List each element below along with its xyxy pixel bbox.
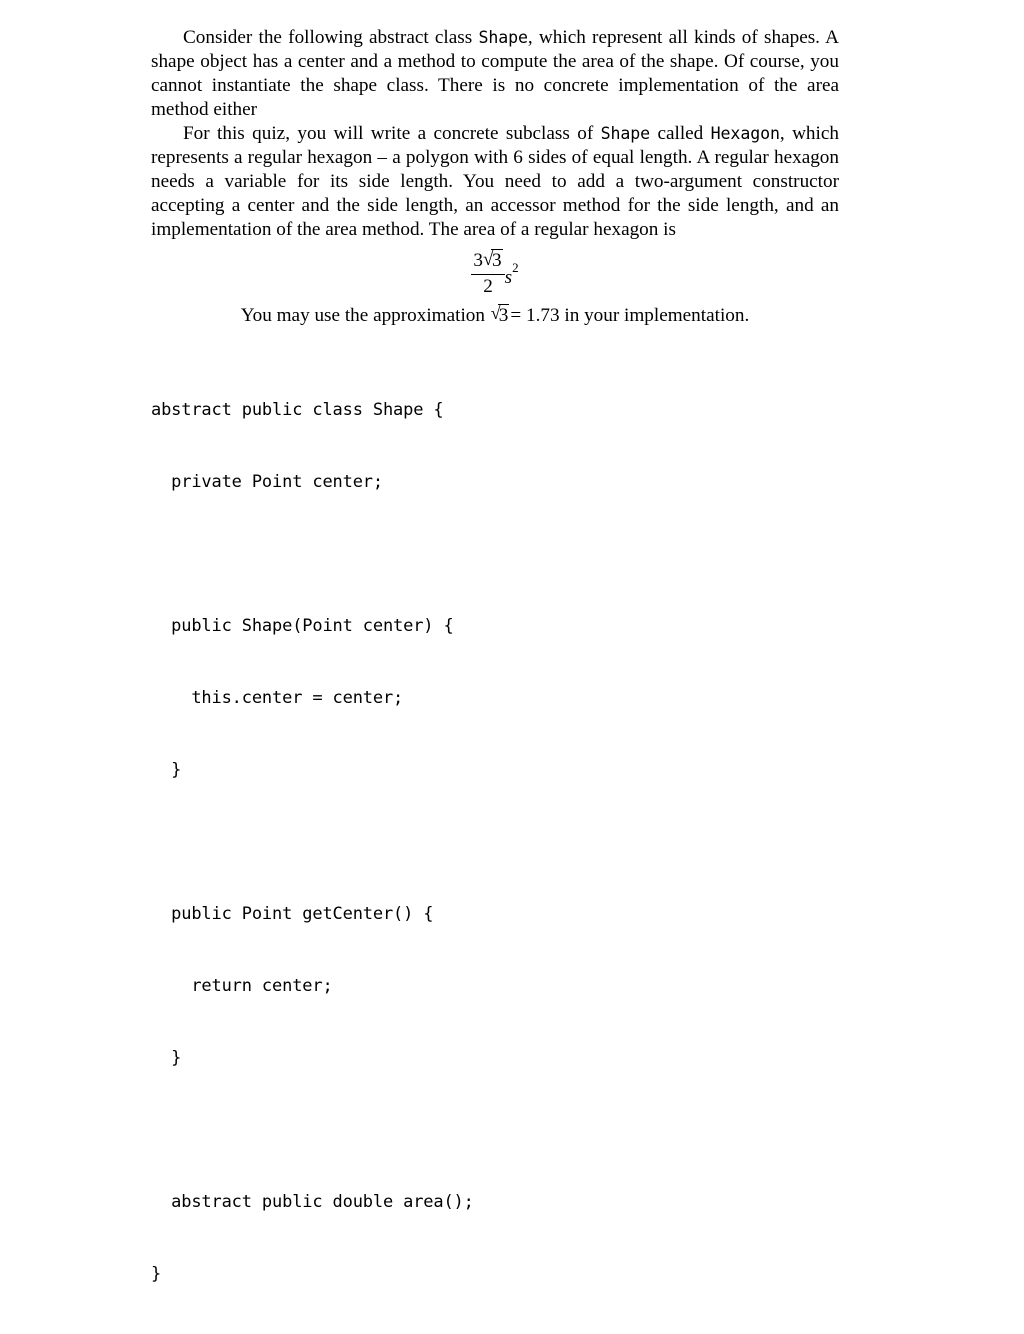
- formula-exponent: 2: [512, 260, 519, 276]
- task-text-2: called: [650, 123, 711, 144]
- code-line: this.center = center;: [151, 688, 404, 708]
- code-line: private Point center;: [151, 472, 383, 492]
- inline-code-shape-2: Shape: [600, 124, 651, 143]
- document-page: Consider the following abstract class Sh…: [151, 26, 839, 1334]
- radical-icon: √: [483, 249, 494, 270]
- approx-prefix: You may use the approximation: [240, 305, 490, 326]
- formula-denominator: 2: [483, 275, 493, 297]
- formula-expression: 3 √ 3 2 s2: [471, 249, 519, 298]
- hexagon-area-formula: 3 √ 3 2 s2: [151, 242, 839, 304]
- code-listing-shape: abstract public class Shape { private Po…: [151, 350, 839, 1334]
- approx-sqrt: √ 3: [491, 304, 510, 328]
- formula-variable: s: [504, 266, 513, 288]
- code-line: }: [151, 1048, 182, 1068]
- formula-sqrt: √ 3: [483, 249, 503, 272]
- inline-code-shape: Shape: [478, 28, 528, 47]
- paragraph-intro: Consider the following abstract class Sh…: [151, 26, 839, 122]
- code-line: public Shape(Point center) {: [151, 616, 454, 636]
- code-line: abstract public double area();: [151, 1192, 474, 1212]
- approximation-note: You may use the approximation √ 3 = 1.73 i…: [151, 304, 839, 328]
- code-line: return center;: [151, 976, 333, 996]
- inline-code-hexagon: Hexagon: [710, 124, 780, 143]
- intro-text-1: Consider the following abstract class: [183, 27, 479, 48]
- approx-suffix: in your implementation.: [559, 305, 750, 326]
- radical-icon-inline: √: [490, 303, 501, 323]
- paragraph-task: For this quiz, you will write a concrete…: [151, 122, 839, 242]
- formula-coefficient: 3: [473, 250, 484, 271]
- code-line: abstract public class Shape {: [151, 400, 444, 420]
- code-line: public Point getCenter() {: [151, 904, 434, 924]
- formula-fraction: 3 √ 3 2: [471, 249, 505, 297]
- approx-value: 1.73: [525, 305, 560, 326]
- code-line: }: [151, 760, 182, 780]
- fraction-bar: [471, 273, 505, 275]
- task-text-1: For this quiz, you will write a concrete…: [183, 123, 601, 144]
- formula-numerator: 3 √ 3: [471, 249, 504, 273]
- code-line: }: [151, 1264, 162, 1284]
- approx-equals: =: [510, 305, 522, 326]
